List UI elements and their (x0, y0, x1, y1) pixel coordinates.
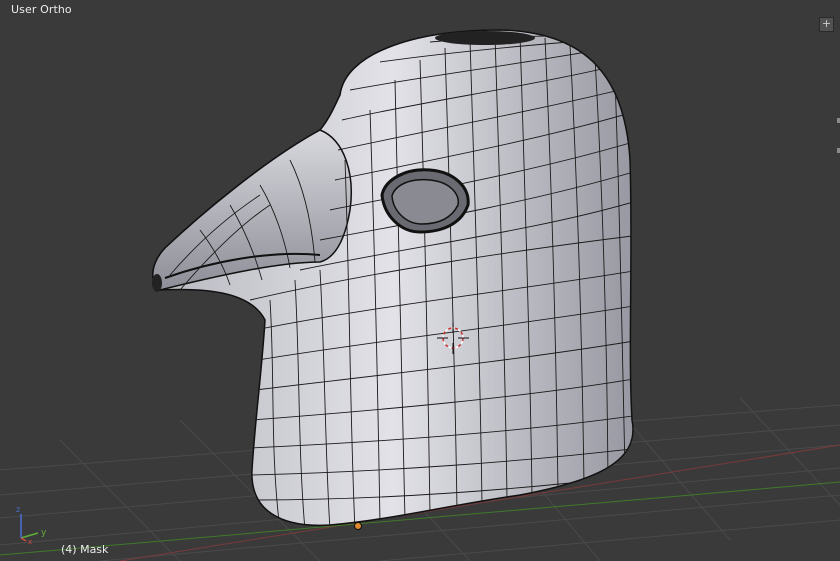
mesh-pole (435, 31, 535, 45)
viewport-scene[interactable]: y z x (0, 0, 840, 561)
region-toggle-button[interactable]: + (819, 17, 834, 32)
active-object-label: (4) Mask (61, 543, 109, 556)
axis-gizmo: y z x (16, 505, 47, 546)
axis-z-label: z (16, 505, 20, 514)
mask-mesh[interactable] (152, 29, 640, 530)
3d-viewport[interactable]: y z x User Ortho + (4) Mask (0, 0, 840, 561)
axis-x-label: x (28, 538, 32, 546)
object-origin-dot (354, 522, 362, 530)
view-name-label: User Ortho (11, 3, 72, 16)
axis-y-label: y (41, 528, 47, 538)
